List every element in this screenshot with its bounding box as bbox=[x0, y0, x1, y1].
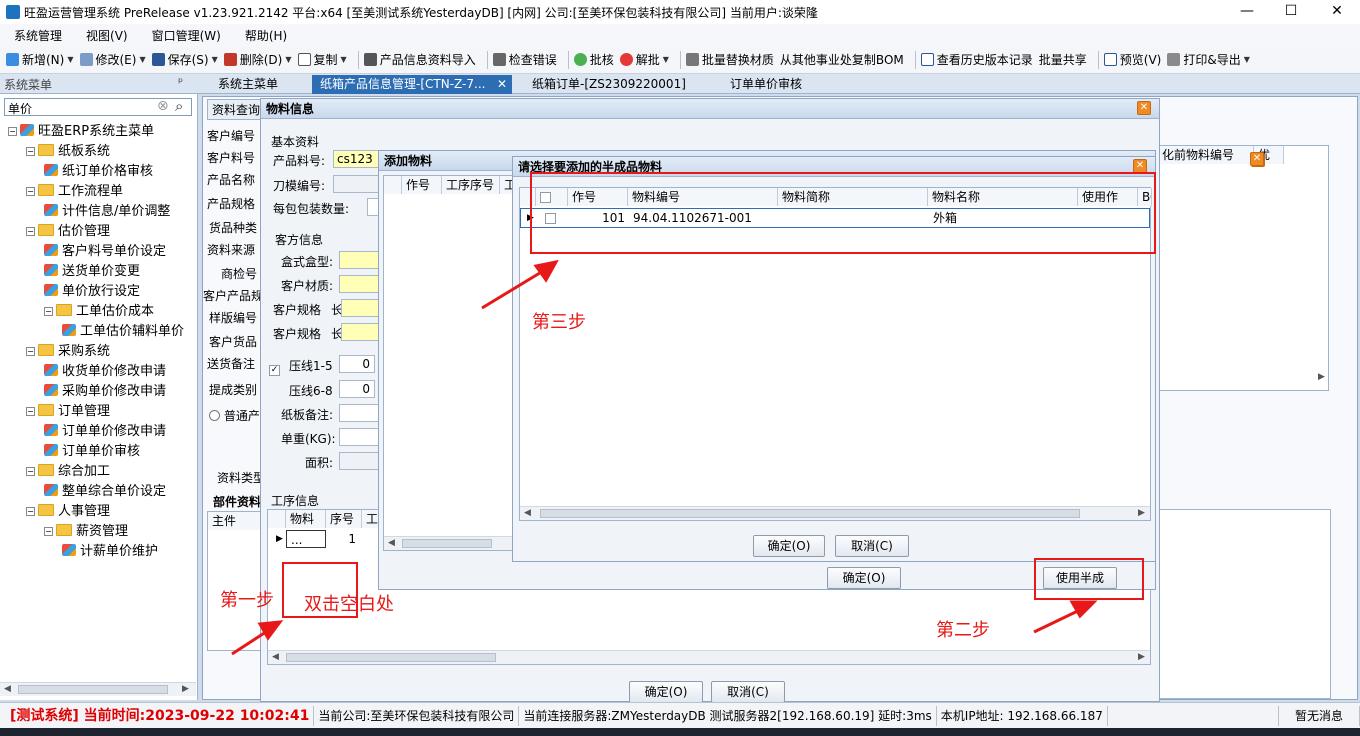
step3-arrow bbox=[481, 266, 549, 310]
current-company-status: 当前公司:至美环保包装科技有限公司 bbox=[314, 705, 520, 726]
step2-arrow-head bbox=[1069, 600, 1098, 619]
local-ip-status: 本机IP地址: 192.168.66.187 bbox=[937, 705, 1108, 726]
test-system-status: [测试系统] 当前时间:2023-09-22 10:02:41 bbox=[0, 705, 315, 726]
message-status[interactable]: 暂无消息 bbox=[1277, 705, 1360, 726]
annotation-arrows bbox=[231, 259, 1098, 656]
status-bar: [测试系统] 当前时间:2023-09-22 10:02:41 当前公司:至美环… bbox=[0, 702, 1360, 728]
server-status: 当前连接服务器:ZMYesterdayDB 测试服务器2[192.168.60.… bbox=[519, 705, 937, 726]
step3-arrow-head bbox=[533, 259, 559, 283]
taskbar-strip bbox=[0, 728, 1360, 736]
